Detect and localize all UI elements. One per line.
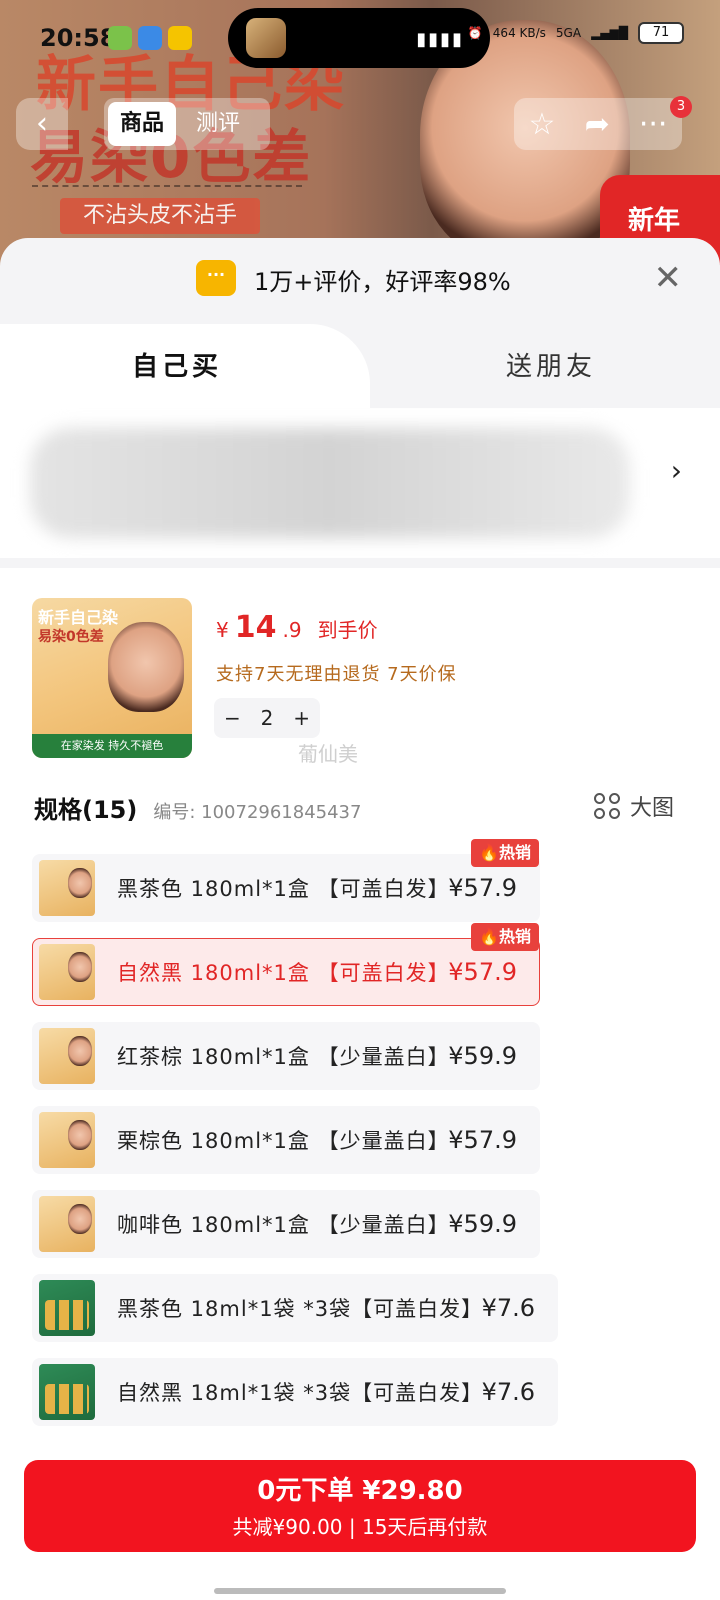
spec-header: 规格(15) 编号: 10072961845437: [34, 790, 361, 825]
spec-option-image: [39, 860, 95, 916]
spec-option-price: ¥57.9: [448, 874, 517, 902]
rating-text: 1万+评价，好评率98%: [254, 268, 511, 296]
spec-option-name: 自然黑 180ml*1盒 【可盖白发】: [117, 961, 450, 985]
share-icon[interactable]: ➦: [585, 107, 610, 142]
net-speed: 464 KB/s: [492, 26, 546, 40]
spec-option-name: 黑茶色 18ml*1袋 *3袋【可盖白发】: [117, 1297, 484, 1321]
product-nav-tabs: 商品 测评: [104, 98, 270, 150]
spec-list: 黑茶色 180ml*1盒 【可盖白发】 ¥57.9 🔥热销 自然黑 180ml*1盒 …: [32, 839, 692, 1442]
spec-option-price: ¥59.9: [448, 1042, 517, 1070]
purchase-sheet: ··· 1万+评价，好评率98% ✕ 自己买 送朋友 › 新手自己染 易染0色差…: [0, 238, 720, 1600]
home-indicator[interactable]: [214, 1588, 506, 1594]
alarm-icon: ⏰: [467, 26, 483, 40]
thumb-headline: 新手自己染: [38, 608, 119, 627]
tab-product[interactable]: 商品: [108, 102, 177, 146]
hot-badge-label: 热销: [498, 843, 531, 862]
chevron-right-icon: ›: [670, 454, 682, 487]
big-image-toggle[interactable]: 大图: [593, 790, 674, 822]
plus-button[interactable]: +: [293, 706, 310, 730]
price-integer: 14: [234, 610, 277, 645]
thumb-model-photo: [108, 622, 184, 712]
purchase-mode-tabs: 自己买 送朋友: [0, 324, 720, 434]
order-sub-label: 共减¥90.00 | 15天后再付款: [232, 1515, 488, 1539]
spec-option[interactable]: 自然黑 18ml*1袋 *3袋【可盖白发】 ¥7.6: [32, 1358, 558, 1426]
spec-option-price: ¥7.6: [481, 1294, 535, 1322]
star-icon[interactable]: ☆: [529, 107, 556, 142]
grid-icon: [593, 793, 620, 819]
spec-option-price: ¥57.9: [448, 1126, 517, 1154]
spec-option[interactable]: 黑茶色 180ml*1盒 【可盖白发】 ¥57.9 🔥热销: [32, 839, 540, 922]
thumb-subheadline: 易染0色差: [38, 629, 104, 645]
address-blurred: [30, 428, 630, 538]
product-thumbnail[interactable]: 新手自己染 易染0色差 在家染发 持久不褪色: [32, 598, 192, 758]
spec-title: 规格(15): [34, 796, 138, 824]
spec-option-name: 红茶棕 180ml*1盒 【少量盖白】: [117, 1045, 450, 1069]
minus-button[interactable]: −: [224, 706, 241, 730]
more-icon[interactable]: ···: [639, 107, 668, 142]
quantity-value[interactable]: 2: [261, 706, 274, 730]
flame-icon: 🔥: [479, 843, 499, 862]
message-badge: 3: [670, 96, 692, 118]
spec-option-name: 自然黑 18ml*1袋 *3袋【可盖白发】: [117, 1381, 484, 1405]
spec-option-image: [39, 1028, 95, 1084]
status-time: 20:58: [40, 24, 117, 52]
nav-actions: ☆ ➦ ···: [514, 98, 682, 150]
spec-option-image: [39, 1112, 95, 1168]
spec-option[interactable]: 咖啡色 180ml*1盒 【少量盖白】 ¥59.9: [32, 1190, 540, 1258]
spec-option[interactable]: 自然黑 180ml*1盒 【可盖白发】 ¥57.9 🔥热销: [32, 923, 540, 1006]
spec-option[interactable]: 栗棕色 180ml*1盒 【少量盖白】 ¥57.9: [32, 1106, 540, 1174]
flame-icon: 🔥: [479, 927, 499, 946]
spec-option-name: 栗棕色 180ml*1盒 【少量盖白】: [117, 1129, 450, 1153]
order-button[interactable]: 0元下单 ¥29.80 共减¥90.00 | 15天后再付款: [24, 1460, 696, 1552]
now-playing-app-icon: [246, 18, 286, 58]
spec-option-image: [39, 1280, 95, 1336]
big-image-label: 大图: [629, 796, 674, 821]
rating-summary[interactable]: ··· 1万+评价，好评率98% ✕: [0, 238, 720, 320]
hot-badge: 🔥热销: [471, 923, 539, 951]
spec-option-image: [39, 1196, 95, 1252]
audio-wave-icon: ▮▮▮▮: [416, 29, 464, 50]
spec-option[interactable]: 黑茶色 18ml*1袋 *3袋【可盖白发】 ¥7.6: [32, 1274, 558, 1342]
order-main-label: 0元下单 ¥29.80: [257, 1476, 463, 1506]
hot-badge-label: 热销: [498, 927, 531, 946]
thumb-footer: 在家染发 持久不褪色: [32, 734, 192, 758]
hero-divider: [32, 185, 302, 187]
status-bar: 20:58 ▮▮▮▮ ⏰ 464 KB/s 5GA ▂▄▆█ 71: [0, 0, 720, 80]
status-indicators: ⏰ 464 KB/s 5GA ▂▄▆█ 71: [468, 22, 684, 44]
hot-badge: 🔥热销: [471, 839, 539, 867]
comment-bubble-icon: ···: [196, 260, 236, 296]
signal-bars-icon: ▂▄▆█: [591, 26, 628, 40]
spec-option-price: ¥57.9: [448, 958, 517, 986]
final-price: ¥ 14 .9 到手价: [216, 610, 378, 645]
hero-badge: 不沾头皮不沾手: [60, 198, 260, 234]
price-decimal: .9: [282, 618, 302, 642]
spec-option-name: 黑茶色 180ml*1盒 【可盖白发】: [117, 877, 450, 901]
tab-buy-self-label: 自己买: [132, 352, 223, 382]
price-label: 到手价: [317, 618, 378, 642]
notification-app-icon: [108, 26, 132, 50]
service-guarantee: 支持7天无理由退货 7天价保: [216, 664, 457, 685]
spec-option-name: 咖啡色 180ml*1盒 【少量盖白】: [117, 1213, 450, 1237]
signal-label: 5GA: [555, 26, 582, 40]
tab-gift-friend[interactable]: 送朋友: [506, 346, 596, 383]
watermark: 葡仙美: [298, 742, 358, 766]
close-icon[interactable]: ✕: [654, 258, 683, 298]
chevron-left-icon: ‹: [36, 106, 48, 141]
spec-option-image: [39, 1364, 95, 1420]
back-button[interactable]: ‹: [16, 98, 68, 150]
price-currency: ¥: [216, 618, 229, 642]
spec-code: 编号: 10072961845437: [153, 802, 362, 823]
spec-option-price: ¥7.6: [481, 1378, 535, 1406]
address-selector[interactable]: ›: [0, 408, 720, 558]
quantity-stepper: − 2 +: [214, 698, 320, 738]
dynamic-island[interactable]: ▮▮▮▮: [228, 8, 490, 68]
spec-option[interactable]: 红茶棕 180ml*1盒 【少量盖白】 ¥59.9: [32, 1022, 540, 1090]
battery-icon: 71: [638, 22, 684, 44]
tab-review[interactable]: 测评: [184, 102, 252, 146]
notification-app-icon: [168, 26, 192, 50]
spec-option-price: ¥59.9: [448, 1210, 517, 1238]
spec-option-image: [39, 944, 95, 1000]
notification-app-icon: [138, 26, 162, 50]
